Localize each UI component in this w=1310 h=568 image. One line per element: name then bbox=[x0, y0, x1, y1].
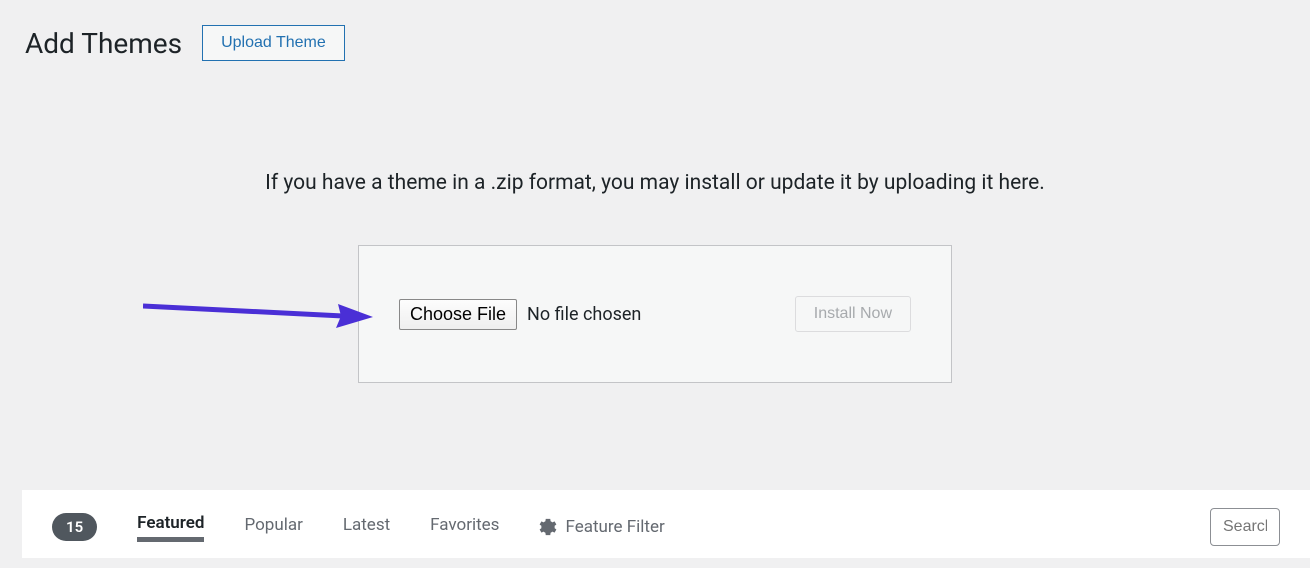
feature-filter-button[interactable]: Feature Filter bbox=[539, 517, 664, 537]
upload-description: If you have a theme in a .zip format, yo… bbox=[0, 171, 1310, 195]
upload-theme-button[interactable]: Upload Theme bbox=[202, 25, 345, 61]
tab-latest[interactable]: Latest bbox=[343, 515, 390, 539]
file-input-group: Choose File No file chosen bbox=[399, 299, 641, 330]
theme-filter-bar: 15 Featured Popular Latest Favorites Fea… bbox=[22, 490, 1310, 558]
tab-favorites[interactable]: Favorites bbox=[430, 515, 499, 539]
arrow-annotation-icon bbox=[143, 294, 373, 334]
upload-form: Choose File No file chosen Install Now bbox=[358, 245, 952, 383]
filter-links-group: Featured Popular Latest Favorites Featur… bbox=[137, 513, 1170, 542]
tab-popular[interactable]: Popular bbox=[244, 515, 302, 539]
choose-file-button[interactable]: Choose File bbox=[399, 299, 517, 330]
page-title: Add Themes bbox=[25, 27, 182, 60]
install-now-button[interactable]: Install Now bbox=[795, 296, 911, 332]
upload-theme-section: If you have a theme in a .zip format, yo… bbox=[0, 61, 1310, 383]
tab-featured[interactable]: Featured bbox=[137, 513, 204, 542]
search-themes-input[interactable] bbox=[1210, 508, 1280, 546]
file-status-text: No file chosen bbox=[527, 304, 641, 325]
upload-form-wrapper: Choose File No file chosen Install Now bbox=[358, 245, 952, 383]
page-header: Add Themes Upload Theme bbox=[0, 0, 1310, 61]
theme-count-badge: 15 bbox=[52, 513, 97, 541]
gear-icon bbox=[539, 518, 557, 536]
feature-filter-label: Feature Filter bbox=[565, 517, 664, 537]
